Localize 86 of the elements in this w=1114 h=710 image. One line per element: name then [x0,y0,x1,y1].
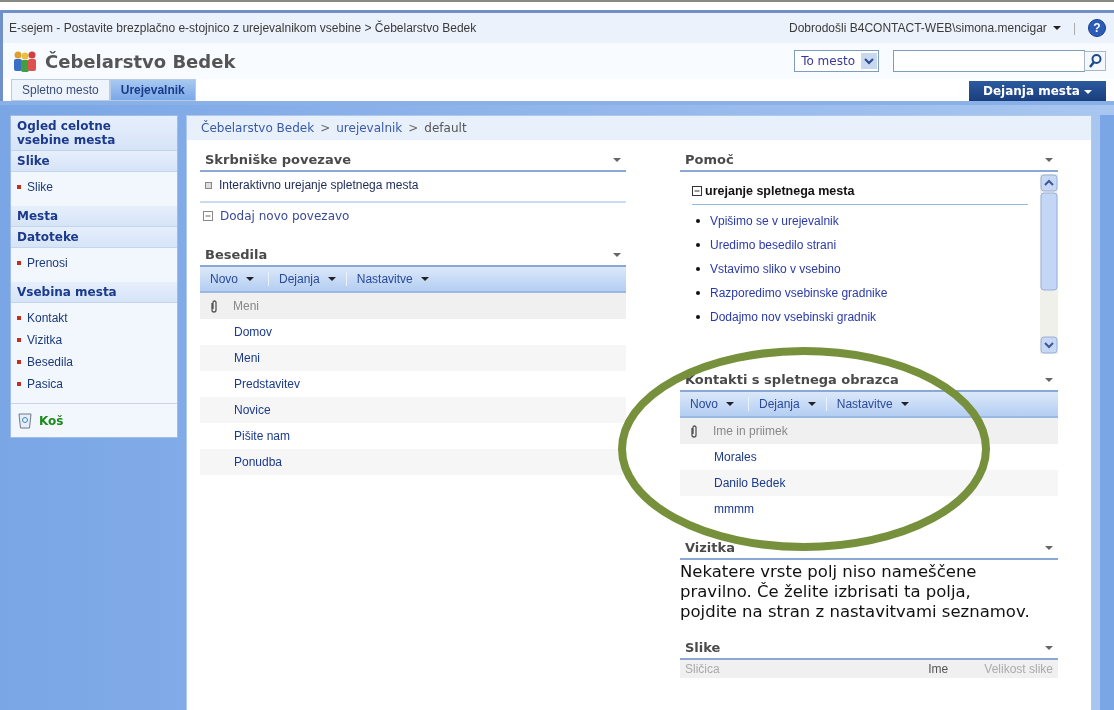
web-part-title: Pomoč [685,152,734,167]
web-part-title: Kontakti s spletnega obrazca [685,372,899,387]
breadcrumb-separator: > [320,121,331,135]
list-item-link[interactable]: mmmm [714,502,754,516]
web-part-menu-icon[interactable] [1045,157,1053,162]
column-header[interactable]: Ime [928,662,949,676]
list-item-link[interactable]: Ponudba [234,455,283,469]
warning-message: Nekatere vrste polj niso nameščene pravilno. Če želite izbrisati ta polja, pojdite na stran z nastavitvami seznamov. [680,561,1030,622]
toolbar-menu[interactable]: Nastavitve [345,272,439,286]
sidebar-heading[interactable]: Mesta [11,206,177,227]
bullet-icon [696,315,700,319]
sidebar-item[interactable]: Pasica [27,377,64,391]
toolbar-menu[interactable]: Dejanja [748,397,826,411]
search-field[interactable] [893,50,1085,72]
help-icon[interactable]: ? [1088,19,1106,37]
toolbar-menu[interactable]: Nastavitve [825,397,919,411]
sidebar-heading[interactable]: Vsebina mesta [11,282,177,303]
help-section-title: urejanje spletnega mesta [705,184,855,198]
collapse-icon[interactable] [692,186,702,196]
sidebar-item[interactable]: Vizitka [27,333,63,347]
list-item-link[interactable]: Pišite nam [234,429,291,443]
web-part-menu-icon[interactable] [613,157,621,162]
welcome-menu[interactable]: Dobrodošli B4CONTACT-WEB\simona.mencigar [789,21,1047,35]
sidebar-heading[interactable]: Datoteke [11,227,177,248]
web-part-title: Besedila [205,247,268,262]
bullet-icon [696,219,700,223]
help-link[interactable]: Dodajmo nov vsebinski gradnik [710,310,877,324]
list-item-link[interactable]: Meni [234,351,260,365]
bullet-icon [17,360,21,364]
web-part-title: Slike [685,640,721,655]
bullet-icon [17,338,21,342]
breadcrumb-item[interactable]: Čebelarstvo Bedek [201,121,315,135]
breadcrumb-item: default [424,121,467,135]
breadcrumb-item[interactable]: urejevalnik [336,121,403,135]
web-part-menu-icon[interactable] [613,252,621,257]
help-link[interactable]: Vstavimo sliko v vsebino [710,262,841,276]
search-icon[interactable] [1084,51,1106,71]
bullet-icon [17,185,21,189]
recycle-bin-icon [17,412,33,429]
nav-tab[interactable]: Urejevalnik [109,79,196,101]
toolbar-menu[interactable]: Dejanja [268,272,346,286]
sidebar-item[interactable]: Besedila [27,355,74,369]
bullet-icon [696,243,700,247]
web-part-menu-icon[interactable] [1045,377,1053,382]
web-part-menu-icon[interactable] [1045,645,1053,650]
recycle-bin-link[interactable]: Koš [39,413,64,428]
toolbar-menu[interactable]: Novo [680,397,748,411]
help-link[interactable]: Uredimo besedilo strani [710,238,837,252]
sidebar-item[interactable]: Prenosi [27,256,68,270]
list-item-link[interactable]: Morales [714,450,757,464]
bullet-icon [17,382,21,386]
separator-text: | [1072,21,1076,35]
site-actions-menu[interactable]: Dejanja mesta [968,81,1106,101]
admin-link[interactable]: Interaktivno urejanje spletnega mesta [219,178,419,192]
caret-icon [1052,26,1061,30]
bullet-icon [696,267,700,271]
help-link[interactable]: Vpišimo se v urejevalnik [710,214,839,228]
bullet-icon [17,316,21,320]
site-title: Čebelarstvo Bedek [45,50,236,72]
scrollbar[interactable] [1040,174,1058,354]
breadcrumb-separator: > [408,121,419,135]
list-item-link[interactable]: Domov [234,325,272,339]
paperclip-icon [209,299,219,313]
add-item-icon [203,211,213,221]
list-item-link[interactable]: Novice [234,403,271,417]
sidebar-heading[interactable]: Slike [11,151,177,172]
list-item-link[interactable]: Predstavitev [234,377,301,391]
web-part-title: Skrbniške povezave [205,152,351,167]
view-all-link[interactable]: Ogled celotne vsebine mesta [11,116,177,151]
toolbar-menu[interactable]: Novo [200,272,268,286]
nav-tab[interactable]: Spletno mesto [11,79,110,101]
site-breadcrumb[interactable]: E-sejem - Postavite brezplačno e-stojnico z urejevalnikom vsebine > Čebelarstvo Bedek [9,21,477,35]
web-part-title: Vizitka [685,540,735,555]
sidebar-item[interactable]: Kontakt [27,311,68,325]
web-part-menu-icon[interactable] [1045,545,1053,550]
sidebar-item[interactable]: Slike [27,180,53,194]
bullet-icon [205,181,212,189]
bullet-icon [17,261,21,265]
help-link[interactable]: Razporedimo vsebinske gradnike [710,286,888,300]
chevron-down-icon [864,57,874,65]
people-icon [11,50,39,72]
scope-dropdown[interactable]: To mesto [794,50,879,72]
paperclip-icon [689,424,699,438]
list-item-link[interactable]: Danilo Bedek [714,476,786,490]
add-link[interactable]: Dodaj novo povezavo [220,209,350,223]
bullet-icon [696,291,700,295]
